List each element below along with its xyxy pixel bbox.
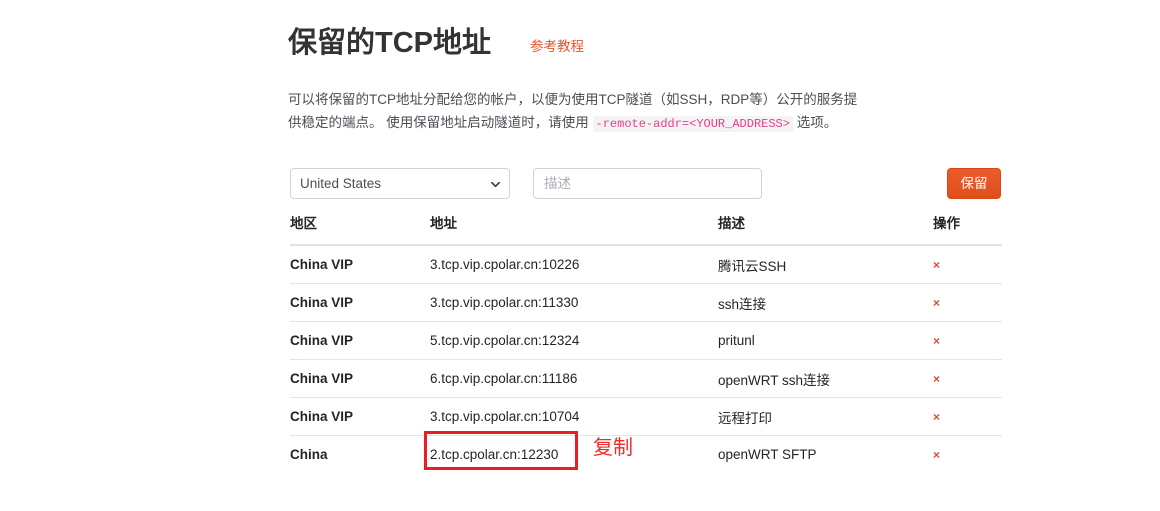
cell-address[interactable]: 6.tcp.vip.cpolar.cn:11186 bbox=[430, 359, 718, 398]
cell-action: × bbox=[933, 359, 1002, 398]
description-text: 可以将保留的TCP地址分配给您的帐户，以便为使用TCP隧道（如SSH，RDP等）… bbox=[288, 88, 868, 136]
description-part2: 选项。 bbox=[792, 115, 838, 130]
cell-address[interactable]: 3.tcp.vip.cpolar.cn:10704 bbox=[430, 397, 718, 436]
region-select-value: United States bbox=[300, 176, 382, 191]
cell-description: openWRT ssh连接 bbox=[718, 359, 933, 398]
cell-action: × bbox=[933, 245, 1002, 284]
cell-address[interactable]: 2.tcp.cpolar.cn:12230 bbox=[430, 436, 718, 474]
delete-icon[interactable]: × bbox=[933, 411, 940, 423]
delete-icon[interactable]: × bbox=[933, 335, 940, 347]
page-title: 保留的TCP地址 bbox=[288, 27, 492, 59]
reserve-button[interactable]: 保留 bbox=[947, 168, 1001, 199]
cell-description: openWRT SFTP bbox=[718, 447, 817, 462]
cell-description: 远程打印 bbox=[718, 397, 933, 436]
cell-region: China VIP bbox=[290, 359, 430, 398]
table-row: China 2.tcp.cpolar.cn:12230 openWRT SFTP… bbox=[290, 436, 1002, 474]
cell-description: pritunl bbox=[718, 321, 933, 360]
cell-address[interactable]: 3.tcp.vip.cpolar.cn:10226 bbox=[430, 245, 718, 284]
cell-action: × bbox=[933, 397, 1002, 436]
delete-icon[interactable]: × bbox=[933, 297, 940, 309]
table-row: China VIP 3.tcp.vip.cpolar.cn:11330 ssh连… bbox=[290, 283, 1002, 322]
cell-action: × bbox=[933, 283, 1002, 322]
table-row: China VIP 5.tcp.vip.cpolar.cn:12324 prit… bbox=[290, 321, 1002, 360]
chevron-down-icon bbox=[491, 180, 500, 189]
column-header-address: 地址 bbox=[430, 212, 718, 246]
table-row: China VIP 3.tcp.vip.cpolar.cn:10704 远程打印… bbox=[290, 397, 1002, 436]
cell-region: China VIP bbox=[290, 245, 430, 284]
table-row: China VIP 3.tcp.vip.cpolar.cn:10226 腾讯云S… bbox=[290, 245, 1002, 284]
cell-address[interactable]: 5.tcp.vip.cpolar.cn:12324 bbox=[430, 321, 718, 360]
delete-icon[interactable]: × bbox=[933, 259, 940, 271]
column-header-action: 操作 bbox=[933, 212, 1002, 246]
table-body: China VIP 3.tcp.vip.cpolar.cn:10226 腾讯云S… bbox=[290, 245, 1002, 473]
cell-region: China bbox=[290, 447, 328, 462]
table-header-row: 地区 地址 描述 操作 bbox=[290, 212, 1002, 246]
cell-description: ssh连接 bbox=[718, 283, 933, 322]
column-header-description: 描述 bbox=[718, 212, 933, 246]
remote-addr-code-snippet: -remote-addr=<YOUR_ADDRESS> bbox=[592, 116, 793, 132]
table-row: China VIP 6.tcp.vip.cpolar.cn:11186 open… bbox=[290, 359, 1002, 398]
region-select[interactable]: United States bbox=[290, 168, 510, 199]
column-header-region: 地区 bbox=[290, 212, 430, 246]
tutorial-link[interactable]: 参考教程 bbox=[530, 38, 584, 56]
cell-address[interactable]: 3.tcp.vip.cpolar.cn:11330 bbox=[430, 283, 718, 322]
copy-annotation-label: 复制 bbox=[593, 437, 633, 459]
page-header: 保留的TCP地址 参考教程 bbox=[288, 0, 1004, 59]
cell-region: China VIP bbox=[290, 283, 430, 322]
delete-icon[interactable]: × bbox=[933, 449, 940, 461]
cell-region: China VIP bbox=[290, 397, 430, 436]
cell-action: × bbox=[933, 321, 1002, 360]
reserve-form: United States 保留 bbox=[288, 168, 1004, 199]
cell-action: × bbox=[933, 436, 1002, 474]
description-input[interactable] bbox=[533, 168, 762, 199]
cell-description: 腾讯云SSH bbox=[718, 245, 933, 284]
cell-region: China VIP bbox=[290, 321, 430, 360]
page-content: 保留的TCP地址 参考教程 可以将保留的TCP地址分配给您的帐户，以便为使用TC… bbox=[288, 0, 1004, 462]
reserved-address-table: 地区 地址 描述 操作 China VIP 3.tcp.vip.cpolar.c… bbox=[290, 212, 1002, 473]
delete-icon[interactable]: × bbox=[933, 373, 940, 385]
